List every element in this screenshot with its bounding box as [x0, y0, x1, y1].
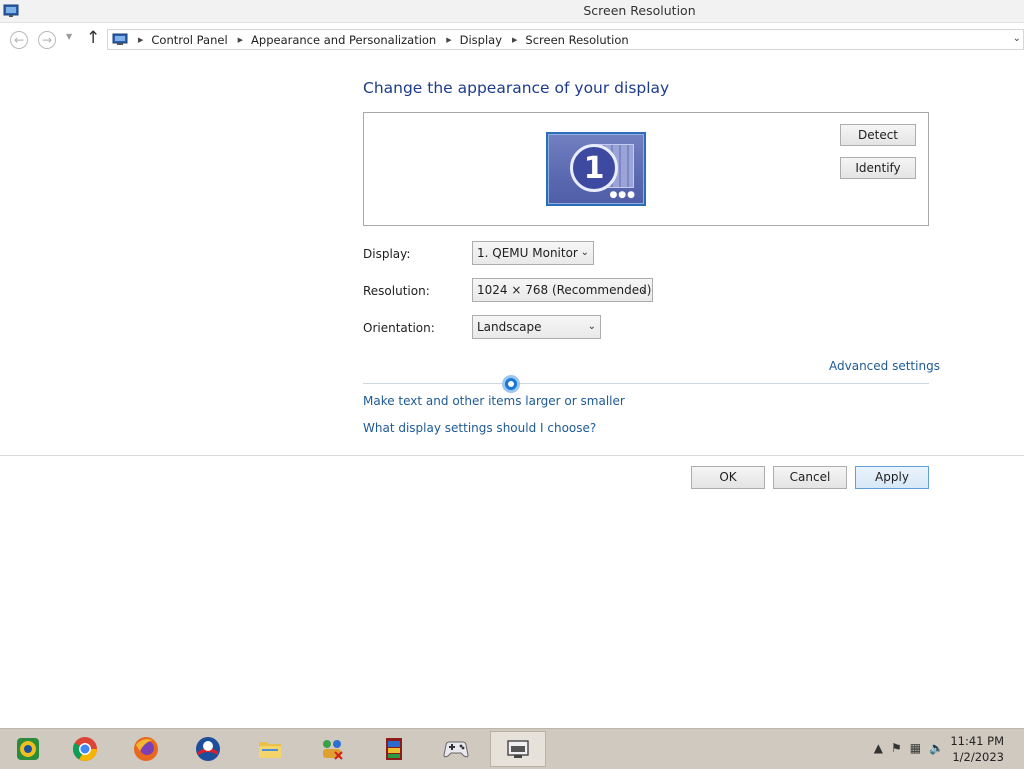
winrar-icon — [386, 738, 402, 760]
chevron-down-icon: ⌄ — [639, 284, 648, 295]
monitor-dots-icon: ●●● — [609, 190, 636, 200]
window-title: Screen Resolution — [583, 3, 696, 18]
breadcrumb-separator-icon[interactable]: ▶ — [512, 36, 517, 44]
orientation-select[interactable]: Landscape ⌄ — [472, 315, 601, 339]
breadcrumb-separator-icon[interactable]: ▶ — [238, 36, 243, 44]
display-select-value: 1. QEMU Monitor — [477, 246, 578, 260]
identify-button[interactable]: Identify — [840, 157, 916, 179]
loading-spinner-icon — [502, 375, 520, 393]
taskbar-network-app[interactable] — [304, 731, 360, 767]
firefox-icon — [134, 737, 158, 761]
clock-date: 1/2/2023 — [952, 750, 1004, 764]
up-arrow-icon[interactable]: ↑ — [86, 28, 100, 48]
address-dropdown-chevron-icon[interactable]: ⌄ — [1013, 33, 1021, 44]
orientation-label: Orientation: — [363, 321, 435, 335]
resolution-select[interactable]: 1024 × 768 (Recommended) ⌄ — [472, 278, 653, 302]
ok-button[interactable]: OK — [691, 466, 765, 489]
clock-time: 11:41 PM — [950, 734, 1004, 748]
breadcrumb-control-panel[interactable]: Control Panel — [151, 33, 227, 47]
taskbar-game-controller[interactable] — [428, 731, 484, 767]
section-divider — [363, 383, 929, 384]
taskbar-winrar[interactable] — [366, 731, 422, 767]
action-center-flag-icon[interactable]: ⚑ — [891, 741, 902, 755]
volume-icon[interactable]: 🔈 — [929, 741, 944, 755]
advanced-settings-link[interactable]: Advanced settings — [829, 359, 940, 373]
display-label: Display: — [363, 247, 411, 261]
resolution-select-value: 1024 × 768 (Recommended) — [477, 283, 652, 297]
show-hidden-icons-chevron-icon[interactable]: ▲ — [874, 741, 883, 755]
page-heading: Change the appearance of your display — [363, 79, 670, 97]
folder-icon — [259, 742, 281, 758]
display-settings-icon — [507, 740, 529, 758]
monitor-number-badge: 1 — [570, 144, 618, 192]
breadcrumb-appearance[interactable]: Appearance and Personalization — [251, 33, 436, 47]
resolution-label: Resolution: — [363, 284, 430, 298]
title-bar: Screen Resolution — [0, 0, 1024, 23]
monitor-preview-panel: 1 ●●● Detect Identify — [363, 112, 929, 226]
monitor-1-preview[interactable]: 1 ●●● — [546, 132, 646, 206]
display-help-link[interactable]: What display settings should I choose? — [363, 421, 596, 435]
navigation-bar: ← → ▼ ↑ ▶ Control Panel ▶ Appearance and… — [0, 23, 1024, 56]
chevron-down-icon: ⌄ — [587, 321, 596, 332]
recent-locations-chevron-icon[interactable]: ▼ — [66, 32, 72, 41]
network-people-icon — [323, 740, 343, 760]
breadcrumb-separator-icon: ▶ — [138, 35, 144, 44]
cancel-button[interactable]: Cancel — [773, 466, 847, 489]
chevron-down-icon: ⌄ — [580, 247, 589, 258]
orientation-select-value: Landscape — [477, 320, 542, 334]
taskbar: ▲ ⚑ ▦ 🔈 11:41 PM 1/2/2023 — [0, 728, 1024, 769]
back-arrow-icon[interactable]: ← — [10, 31, 28, 49]
breadcrumb-display[interactable]: Display — [460, 33, 502, 47]
footer-divider — [0, 455, 1024, 456]
game-controller-icon — [443, 741, 469, 758]
photo-app-icon — [17, 738, 39, 760]
taskbar-screen-resolution[interactable] — [490, 731, 546, 767]
obama-logo-icon — [196, 737, 220, 761]
breadcrumb-separator-icon[interactable]: ▶ — [446, 36, 451, 44]
taskbar-file-explorer[interactable] — [242, 731, 298, 767]
detect-button[interactable]: Detect — [840, 124, 916, 146]
system-clock[interactable]: 11:41 PM 1/2/2023 — [950, 733, 1004, 765]
chrome-icon — [72, 737, 97, 762]
taskbar-firefox[interactable] — [118, 731, 174, 767]
network-disconnected-icon[interactable]: ▦ — [910, 741, 921, 755]
display-select[interactable]: 1. QEMU Monitor ⌄ — [472, 241, 594, 265]
apply-button[interactable]: Apply — [855, 466, 929, 489]
taskbar-obama-app[interactable] — [180, 731, 236, 767]
system-tray: ▲ ⚑ ▦ 🔈 — [874, 741, 944, 755]
taskbar-photo-app[interactable] — [0, 731, 56, 767]
address-bar[interactable]: ▶ Control Panel ▶ Appearance and Persona… — [107, 29, 1024, 50]
text-size-link[interactable]: Make text and other items larger or smal… — [363, 394, 625, 408]
taskbar-chrome[interactable] — [57, 731, 113, 767]
forward-arrow-icon[interactable]: → — [38, 31, 56, 49]
control-panel-icon — [112, 33, 128, 45]
breadcrumb-screen-resolution[interactable]: Screen Resolution — [525, 33, 628, 47]
